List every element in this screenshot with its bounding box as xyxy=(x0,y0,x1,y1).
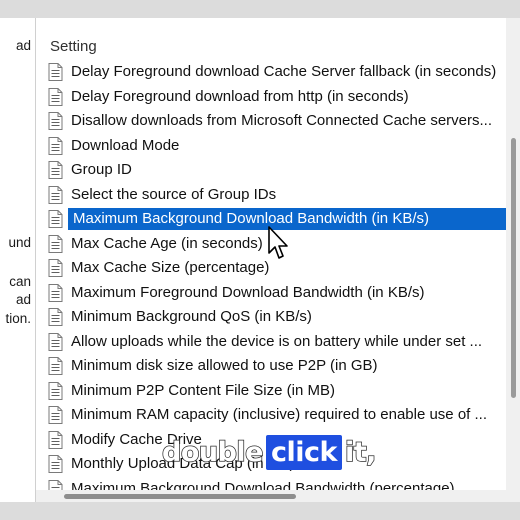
setting-row[interactable]: Delay Foreground download Cache Server f… xyxy=(44,60,512,84)
vertical-scrollbar[interactable] xyxy=(506,18,520,502)
setting-document-icon xyxy=(48,112,63,130)
setting-label: Minimum disk size allowed to use P2P (in… xyxy=(71,357,378,374)
setting-label: Delay Foreground download from http (in … xyxy=(71,87,409,105)
description-text: can xyxy=(9,274,31,289)
caption-highlight: click xyxy=(266,434,342,470)
window-bottom-frame xyxy=(0,502,520,520)
setting-label: Select the source of Group IDs xyxy=(71,185,277,203)
setting-document-icon xyxy=(48,308,63,326)
setting-row[interactable]: Maximum Foreground Download Bandwidth (i… xyxy=(44,281,512,305)
setting-column-header[interactable]: Setting xyxy=(50,38,97,55)
description-text: tion. xyxy=(5,311,31,326)
setting-label: Maximum Foreground Download Bandwidth (i… xyxy=(71,283,425,301)
description-pane: ad und can ad tion. xyxy=(0,18,36,502)
setting-row[interactable]: Select the source of Group IDs xyxy=(44,183,512,207)
setting-row[interactable]: Download Mode xyxy=(44,134,512,158)
setting-document-icon xyxy=(48,406,63,424)
caption-text: double xyxy=(161,436,264,469)
horizontal-scrollbar[interactable] xyxy=(36,490,506,502)
setting-label: Disallow downloads from Microsoft Connec… xyxy=(71,112,493,129)
setting-document-icon xyxy=(48,332,63,351)
setting-label: Max Cache Age (in seconds) xyxy=(71,234,263,252)
setting-document-icon xyxy=(48,63,63,81)
setting-document-icon xyxy=(48,87,63,106)
setting-document-icon xyxy=(48,234,63,253)
setting-document-icon xyxy=(48,381,63,400)
setting-row[interactable]: Minimum P2P Content File Size (in MB) xyxy=(44,379,512,403)
setting-label: Group ID xyxy=(71,161,132,178)
setting-label: Maximum Background Download Bandwidth (i… xyxy=(68,208,512,230)
description-text: ad xyxy=(15,38,31,53)
setting-label: Minimum Background QoS (in KB/s) xyxy=(71,308,312,325)
description-text: und xyxy=(8,235,31,250)
setting-label: Delay Foreground download Cache Server f… xyxy=(71,63,497,80)
setting-row[interactable]: Minimum RAM capacity (inclusive) require… xyxy=(44,403,512,427)
setting-label: Allow uploads while the device is on bat… xyxy=(71,332,483,350)
setting-row[interactable]: Allow uploads while the device is on bat… xyxy=(44,330,512,354)
setting-row[interactable]: Minimum Background QoS (in KB/s) xyxy=(44,305,512,329)
setting-label: Download Mode xyxy=(71,136,180,154)
setting-document-icon xyxy=(48,185,63,204)
setting-row[interactable]: Minimum disk size allowed to use P2P (in… xyxy=(44,354,512,378)
setting-row[interactable]: Disallow downloads from Microsoft Connec… xyxy=(44,109,512,133)
setting-document-icon xyxy=(48,357,63,375)
setting-document-icon xyxy=(48,136,63,155)
setting-document-icon xyxy=(48,455,63,473)
caption-text: it, xyxy=(344,436,377,469)
horizontal-scrollbar-thumb[interactable] xyxy=(64,494,296,499)
mouse-pointer-icon xyxy=(268,226,288,259)
setting-row[interactable]: Delay Foreground download from http (in … xyxy=(44,85,512,109)
video-caption: double click it, xyxy=(161,432,377,472)
setting-label: Minimum RAM capacity (inclusive) require… xyxy=(71,406,488,423)
setting-document-icon xyxy=(48,430,63,449)
setting-label: Max Cache Size (percentage) xyxy=(71,259,270,276)
setting-document-icon xyxy=(48,259,63,277)
setting-document-icon xyxy=(48,283,63,302)
vertical-scrollbar-thumb[interactable] xyxy=(511,138,516,398)
setting-document-icon xyxy=(48,210,63,228)
window-top-frame xyxy=(0,0,520,18)
setting-document-icon xyxy=(48,161,63,179)
setting-row[interactable]: Group ID xyxy=(44,158,512,182)
setting-label: Minimum P2P Content File Size (in MB) xyxy=(71,381,335,399)
description-text: ad xyxy=(15,292,31,307)
